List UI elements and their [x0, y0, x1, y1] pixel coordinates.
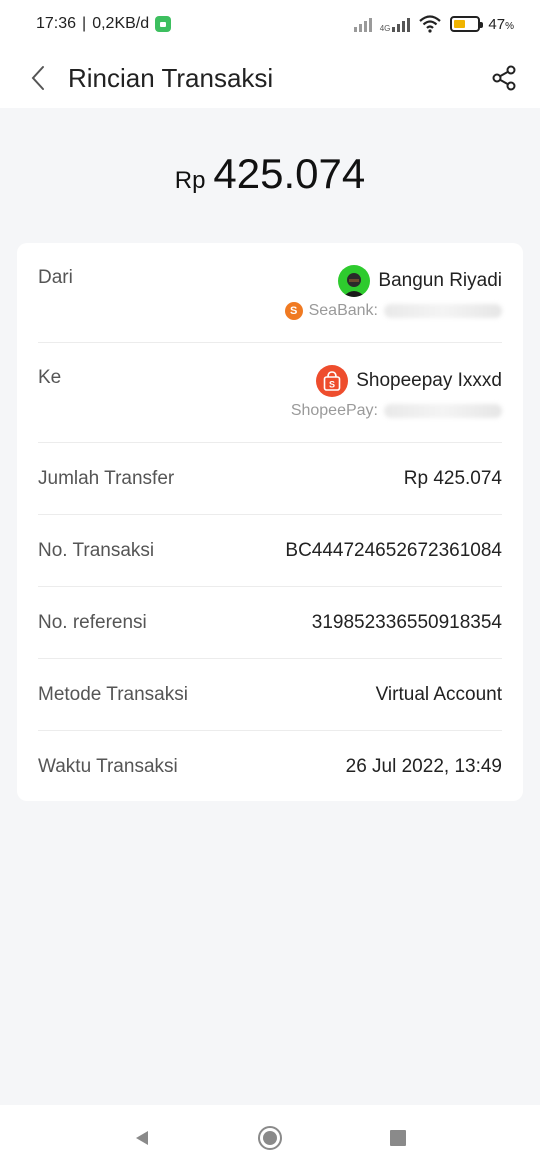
masked-account-number: [384, 304, 502, 318]
to-account: ShopeePay:: [291, 402, 502, 420]
signal-1-icon: [353, 16, 372, 32]
from-account-label: SeaBank:: [308, 302, 378, 319]
from-name: Bangun Riyadi: [378, 270, 502, 291]
to-account-label: ShopeePay:: [290, 402, 378, 419]
svg-text:S: S: [329, 380, 335, 390]
detail-label: Waktu Transaksi: [38, 756, 178, 777]
status-left: 17:36 | 0,2KB/d: [36, 15, 172, 33]
transaction-details-card: Dari Bangun Riyadi S SeaBank: Ke S Shope…: [17, 243, 523, 801]
battery-percent: 47%: [488, 15, 514, 33]
to-label: Ke: [38, 367, 62, 388]
amount-display: Rp 425.074: [0, 150, 540, 198]
android-notification-icon: [155, 16, 172, 32]
detail-value: 26 Jul 2022, 13:49: [345, 756, 502, 777]
to-main: S Shopeepay Ixxxd: [316, 365, 502, 397]
detail-value[interactable]: 319852336550918354: [312, 612, 502, 634]
status-time: 17:36: [36, 15, 77, 32]
amount-value: 425.074: [213, 150, 366, 197]
detail-label: Jumlah Transfer: [38, 467, 175, 489]
detail-label: Metode Transaksi: [38, 683, 188, 705]
detail-value: Rp 425.074: [403, 467, 502, 489]
system-nav-bar: [0, 1105, 540, 1170]
detail-value: Virtual Account: [375, 683, 502, 705]
nav-home-button[interactable]: [250, 1118, 290, 1158]
triangle-back-icon: [136, 1130, 148, 1145]
signal-2-icon: [392, 16, 411, 32]
app-bar: Rincian Transaksi: [0, 48, 540, 108]
battery-fill: [454, 20, 465, 28]
amount-currency: Rp: [174, 167, 206, 194]
detail-value[interactable]: BC444724652672361084: [285, 540, 502, 562]
from-account: S SeaBank:: [284, 302, 502, 320]
network-type-label: 4G: [379, 24, 391, 33]
from-label: Dari: [38, 267, 73, 288]
to-party: S Shopeepay Ixxxd ShopeePay:: [291, 365, 502, 420]
detail-row-transaction-no: No. Transaksi BC444724652672361084: [38, 515, 502, 587]
back-button[interactable]: [18, 58, 58, 98]
wifi-icon: [419, 15, 442, 33]
shopee-icon: S: [316, 365, 349, 397]
circle-home-icon: [258, 1125, 282, 1150]
chevron-left-icon: [31, 66, 44, 90]
from-main: Bangun Riyadi: [338, 265, 502, 297]
status-speed: 0,2KB/d: [92, 15, 150, 32]
status-separator: |: [82, 15, 87, 32]
battery-icon: [450, 16, 484, 32]
detail-label: No. referensi: [38, 611, 147, 633]
nav-recents-button[interactable]: [378, 1118, 418, 1158]
from-row: Dari Bangun Riyadi S SeaBank:: [38, 243, 502, 343]
nav-back-button[interactable]: [122, 1118, 162, 1158]
to-name: Shopeepay Ixxxd: [356, 370, 502, 391]
status-bar: 17:36 | 0,2KB/d 4G 47%: [0, 0, 540, 48]
detail-row-reference-no: No. referensi 319852336550918354: [38, 587, 502, 659]
square-recents-icon: [390, 1129, 406, 1146]
detail-label: No. Transaksi: [38, 539, 155, 561]
to-row: Ke S Shopeepay Ixxxd ShopeePay:: [38, 343, 502, 443]
detail-row-method: Metode Transaksi Virtual Account: [38, 659, 502, 731]
share-button[interactable]: [484, 58, 524, 98]
status-right: 4G 47%: [353, 15, 514, 33]
seabank-icon: S: [284, 302, 303, 320]
detail-row-time: Waktu Transaksi 26 Jul 2022, 13:49: [38, 731, 502, 803]
detail-row-transfer-amount: Jumlah Transfer Rp 425.074: [38, 443, 502, 515]
page-title: Rincian Transaksi: [68, 62, 274, 93]
person-icon: [343, 273, 366, 297]
share-icon: [492, 65, 516, 91]
from-party: Bangun Riyadi S SeaBank:: [284, 265, 502, 320]
masked-account-number: [384, 404, 502, 418]
avatar: [338, 265, 371, 297]
